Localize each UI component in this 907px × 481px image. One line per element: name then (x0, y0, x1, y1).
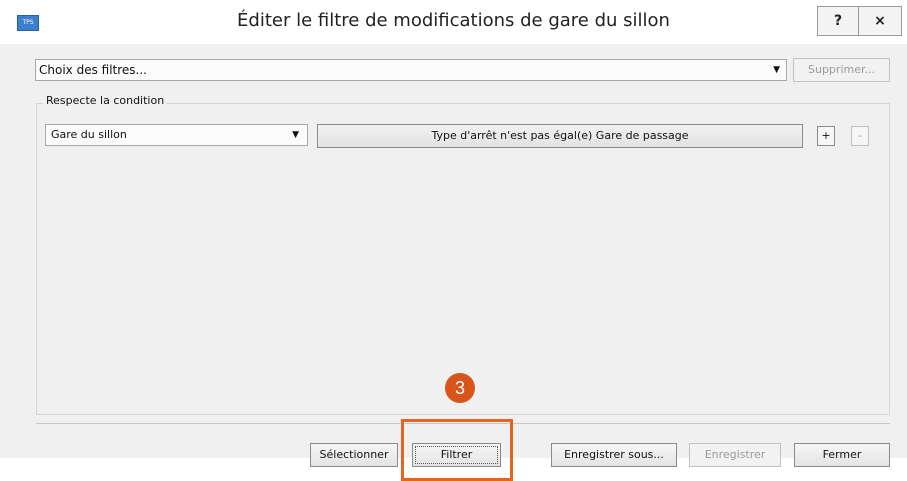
save-as-button[interactable]: Enregistrer sous... (551, 443, 677, 467)
save-button[interactable]: Enregistrer (689, 443, 781, 467)
remove-condition-button[interactable]: - (851, 126, 869, 146)
step-number-badge: 3 (445, 373, 475, 403)
step-highlight-box (401, 419, 513, 481)
condition-group (36, 103, 890, 415)
dropdown-caret-icon: ▼ (773, 65, 780, 75)
filter-choice-value: Choix des filtres... (39, 63, 147, 77)
title-bar: TPS Éditer le filtre de modifications de… (0, 0, 907, 44)
dropdown-caret-icon: ▼ (292, 130, 299, 140)
close-dialog-button[interactable]: Fermer (794, 443, 890, 467)
field-select[interactable]: Gare du sillon ▼ (45, 124, 308, 146)
close-button[interactable]: × (858, 6, 902, 36)
window-title: Éditer le filtre de modifications de gar… (237, 10, 670, 31)
select-button[interactable]: Sélectionner (310, 443, 398, 467)
delete-filter-button[interactable]: Supprimer... (793, 58, 890, 82)
filter-choice-select[interactable]: Choix des filtres... ▼ (35, 59, 787, 81)
condition-group-label: Respecte la condition (43, 94, 168, 107)
condition-button[interactable]: Type d'arrêt n'est pas égal(e) Gare de p… (317, 124, 803, 148)
field-select-value: Gare du sillon (51, 128, 127, 141)
help-button[interactable]: ? (817, 6, 859, 36)
add-condition-button[interactable]: + (817, 126, 835, 146)
